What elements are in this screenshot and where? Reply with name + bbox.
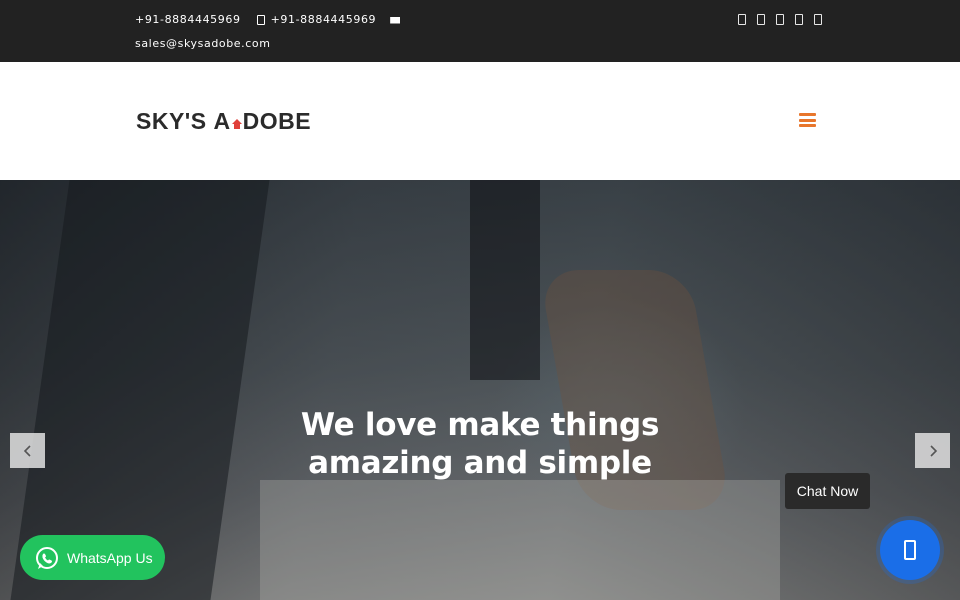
- hero-heading-line-2: amazing and simple: [308, 445, 652, 481]
- email-link[interactable]: sales@skysadobe.com: [135, 37, 271, 50]
- twitter-icon[interactable]: [757, 14, 765, 25]
- hamburger-menu-icon[interactable]: [799, 113, 816, 127]
- logo-text-left: SKY'S: [136, 107, 214, 134]
- facebook-icon[interactable]: [738, 14, 746, 25]
- chevron-right-icon: [929, 444, 937, 457]
- hero-heading: We love make things amazing and simple: [250, 406, 710, 482]
- youtube-icon[interactable]: [814, 14, 822, 25]
- whatsapp-icon: [36, 546, 58, 569]
- whatsapp-button[interactable]: WhatsApp Us: [20, 535, 165, 580]
- chevron-left-icon: [23, 444, 31, 457]
- chat-now-tooltip: Chat Now: [785, 473, 870, 509]
- phone-link-2[interactable]: +91-8884445969: [271, 12, 377, 28]
- hero-heading-line-1: We love make things: [300, 407, 660, 443]
- instagram-icon[interactable]: [776, 14, 784, 25]
- whatsapp-label: WhatsApp Us: [67, 549, 153, 566]
- contact-info: +91-8884445969 +91-8884445969 sales@skys…: [135, 12, 405, 52]
- hero-slider: We love make things amazing and simple W…: [0, 180, 960, 600]
- slider-prev-button[interactable]: [10, 433, 45, 468]
- social-links: [738, 14, 822, 25]
- linkedin-icon[interactable]: [795, 14, 803, 25]
- site-logo[interactable]: SKY'S A DOBE: [136, 106, 311, 136]
- mobile-icon: [256, 15, 265, 25]
- phone-link-1[interactable]: +91-8884445969: [135, 12, 241, 28]
- house-icon: [231, 119, 242, 129]
- envelope-icon: [390, 16, 401, 24]
- top-bar: +91-8884445969 +91-8884445969 sales@skys…: [0, 0, 960, 62]
- phone-icon: [904, 540, 916, 560]
- logo-text-a: A: [213, 107, 231, 134]
- call-button[interactable]: [880, 520, 940, 580]
- site-header: SKY'S A DOBE: [0, 62, 960, 180]
- slider-next-button[interactable]: [915, 433, 950, 468]
- logo-text-right: DOBE: [242, 107, 312, 134]
